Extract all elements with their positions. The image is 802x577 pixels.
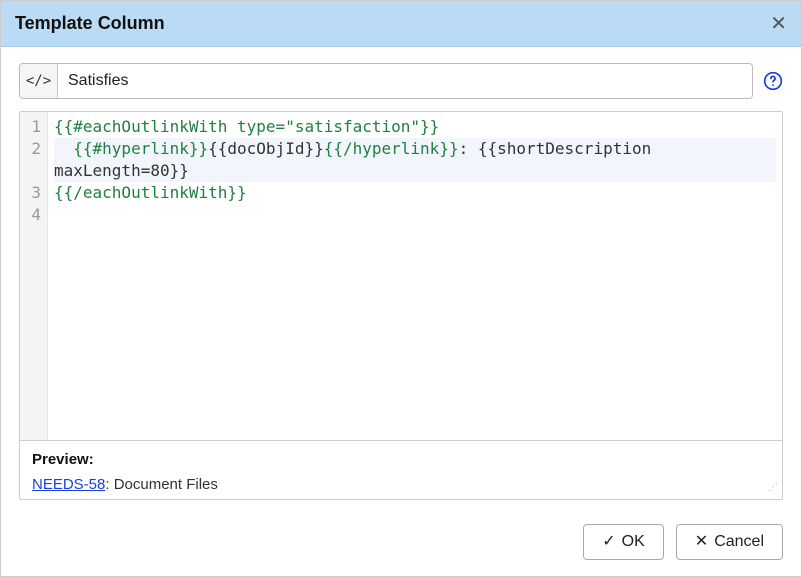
line-number: 2 (22, 138, 41, 160)
resize-grip-icon[interactable]: ⋰ (768, 485, 780, 497)
column-name-row: </> (19, 63, 783, 99)
column-name-input-wrap: </> (19, 63, 753, 99)
dialog-content: </> 12 34 {{#eachOutlinkWith type="satisf… (1, 47, 801, 512)
line-number: 4 (22, 204, 41, 226)
dialog-titlebar: Template Column ✕ (1, 1, 801, 47)
code-line[interactable]: {{#eachOutlinkWith type="satisfaction"}} (54, 116, 776, 138)
ok-label: OK (622, 533, 645, 551)
code-editor[interactable]: 12 34 {{#eachOutlinkWith type="satisfacti… (20, 112, 782, 440)
line-number (22, 160, 41, 182)
code-lines[interactable]: {{#eachOutlinkWith type="satisfaction"}}… (48, 112, 782, 440)
dialog-button-row: ✓ OK ✕ Cancel (1, 512, 801, 576)
line-number: 3 (22, 182, 41, 204)
preview-rest: : Document Files (105, 476, 218, 493)
preview-label: Preview: (32, 451, 770, 468)
close-icon[interactable]: ✕ (770, 14, 787, 34)
preview-text: NEEDS-58: Document Files (32, 476, 770, 493)
cancel-button[interactable]: ✕ Cancel (676, 524, 783, 560)
code-icon: </> (20, 64, 58, 98)
cross-icon: ✕ (695, 534, 708, 550)
check-icon: ✓ (602, 534, 615, 550)
preview-panel: Preview: NEEDS-58: Document Files ⋰ (20, 440, 782, 499)
line-number: 1 (22, 116, 41, 138)
column-name-input[interactable] (58, 64, 752, 98)
cancel-label: Cancel (714, 533, 764, 551)
ok-button[interactable]: ✓ OK (583, 524, 664, 560)
help-icon[interactable] (763, 71, 783, 91)
code-line[interactable]: {{/eachOutlinkWith}} (54, 182, 776, 204)
preview-link[interactable]: NEEDS-58 (32, 476, 105, 493)
dialog-title: Template Column (15, 13, 165, 34)
code-line[interactable]: {{#hyperlink}}{{docObjId}}{{/hyperlink}}… (54, 138, 776, 182)
line-gutter: 12 34 (20, 112, 48, 440)
code-line[interactable] (54, 204, 776, 226)
editor-area: 12 34 {{#eachOutlinkWith type="satisfacti… (19, 111, 783, 500)
